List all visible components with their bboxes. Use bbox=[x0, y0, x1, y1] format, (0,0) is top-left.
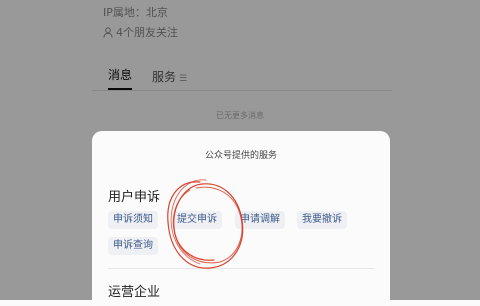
apply-mediation-button[interactable]: 申请调解 bbox=[235, 211, 285, 229]
withdraw-complaint-button[interactable]: 我要撤诉 bbox=[297, 211, 347, 229]
complaint-notice-button[interactable]: 申诉须知 bbox=[108, 211, 158, 229]
sheet-title: 公众号提供的服务 bbox=[204, 151, 277, 161]
section-title-user-complaint: 用户申诉 bbox=[108, 190, 161, 205]
section-title-operator: 运营企业 bbox=[108, 285, 161, 300]
submit-complaint-button[interactable]: 提交申诉 bbox=[172, 211, 222, 229]
section-divider bbox=[108, 268, 374, 269]
complaint-query-button[interactable]: 申诉查询 bbox=[108, 237, 158, 255]
services-bottom-sheet: 公众号提供的服务 用户申诉 申诉须知 提交申诉 申请调解 我要撤诉 申诉查询 运… bbox=[92, 131, 390, 306]
